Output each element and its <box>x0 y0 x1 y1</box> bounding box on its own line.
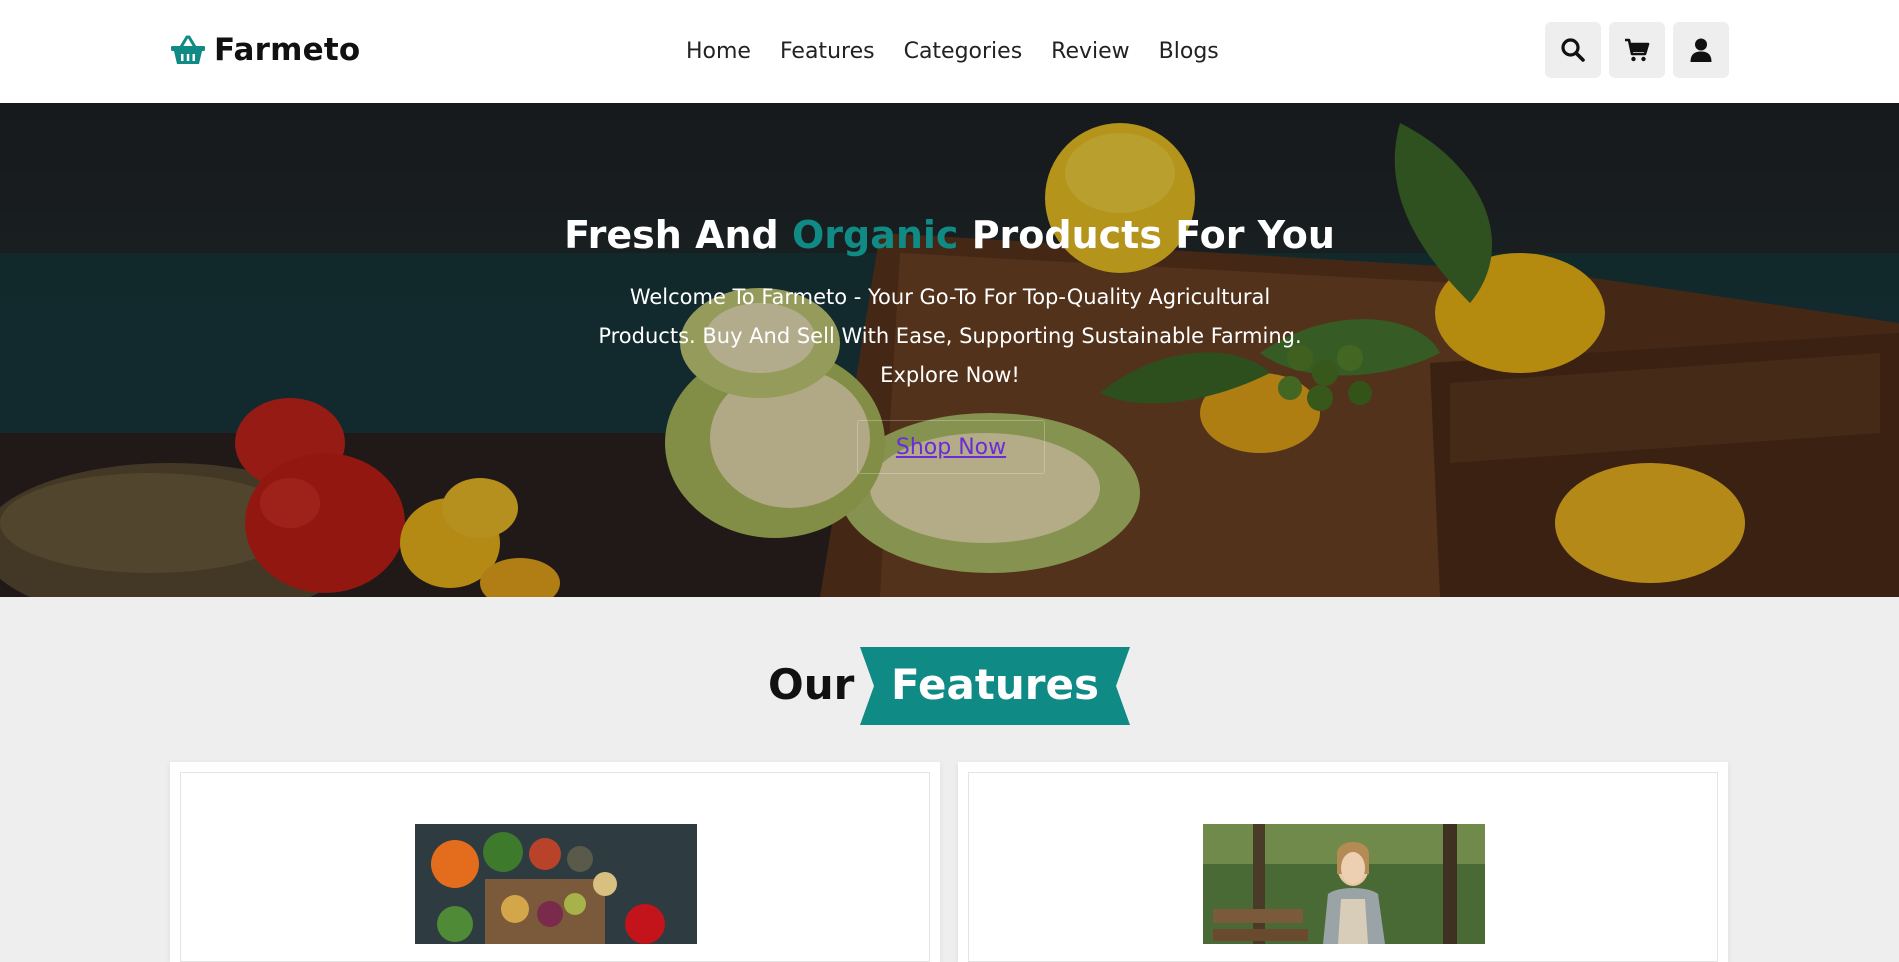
hero-title-part1: Fresh And <box>564 213 779 257</box>
hero-description: Welcome To Farmeto - Your Go-To For Top-… <box>598 285 1302 387</box>
nav-review[interactable]: Review <box>1051 39 1130 64</box>
feature-card-border <box>968 772 1718 962</box>
user-icon <box>1690 38 1712 62</box>
features-heading-plain: Our <box>768 660 855 709</box>
hero-title-accent: Organic <box>791 213 959 257</box>
basket-icon <box>171 35 205 64</box>
nav-home[interactable]: Home <box>686 39 751 64</box>
feature-image-farmer <box>1203 824 1485 944</box>
feature-card-border <box>180 772 930 962</box>
main-nav: Home Features Categories Review Blogs <box>686 34 1219 68</box>
brand-name: Farmeto <box>214 32 361 68</box>
nav-blogs[interactable]: Blogs <box>1159 39 1219 64</box>
cart-button[interactable] <box>1609 22 1665 78</box>
feature-card <box>170 762 940 962</box>
shop-now-button[interactable]: Shop Now <box>857 420 1045 474</box>
search-icon <box>1561 38 1585 62</box>
feature-card <box>958 762 1728 962</box>
hero-title: Fresh And Organic Products For You <box>0 213 1899 257</box>
features-heading-highlight: Features <box>891 660 1099 709</box>
nav-categories[interactable]: Categories <box>904 39 1023 64</box>
user-button[interactable] <box>1673 22 1729 78</box>
search-button[interactable] <box>1545 22 1601 78</box>
header-actions <box>1545 22 1729 78</box>
site-header: Farmeto Home Features Categories Review … <box>0 0 1899 103</box>
brand-logo[interactable]: Farmeto <box>170 28 360 72</box>
hero-title-part2: Products For You <box>971 213 1335 257</box>
feature-image-vegetables <box>415 824 697 944</box>
features-heading: Our Features <box>0 646 1899 726</box>
hero-banner: Fresh And Organic Products For You Welco… <box>0 103 1899 597</box>
nav-features[interactable]: Features <box>780 39 875 64</box>
cart-icon <box>1625 38 1650 62</box>
